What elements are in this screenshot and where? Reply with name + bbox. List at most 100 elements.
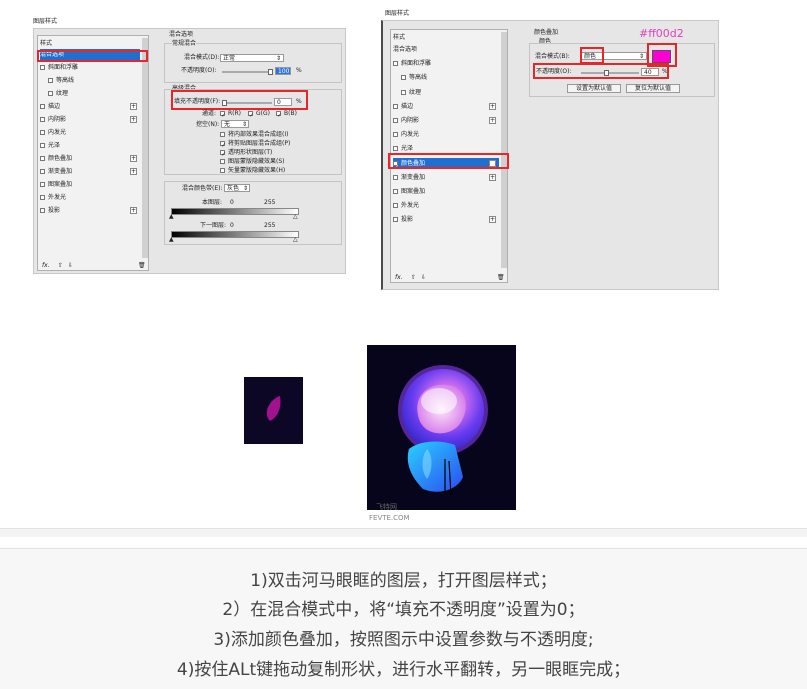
left-style-checkbox[interactable] — [40, 143, 45, 148]
below-layer-black-knob[interactable]: ▲ — [169, 236, 174, 244]
step-3: 3)添加颜色叠加，按照图示中设置参数与不透明度; — [213, 630, 594, 650]
left-list-scrollbar[interactable] — [142, 38, 148, 258]
channel-r[interactable]: ✓ R(R) — [220, 110, 241, 119]
left-add-effect-icon[interactable]: + — [130, 155, 137, 162]
channel-g[interactable]: ✓ G(G) — [248, 110, 270, 119]
right-fx-menu-icon[interactable]: fx. — [395, 274, 403, 282]
left-style-checkbox[interactable] — [40, 104, 45, 109]
advanced-option-checkbox[interactable]: ✓ — [220, 141, 226, 149]
left-style-checkbox[interactable] — [40, 156, 45, 161]
left-add-effect-icon[interactable]: + — [130, 207, 137, 214]
left-style-item[interactable]: 等高线 — [40, 75, 148, 86]
below-layer-gradient[interactable] — [171, 231, 299, 238]
left-style-checkbox[interactable] — [40, 117, 45, 122]
this-layer-black-knob[interactable]: ▲ — [169, 213, 174, 221]
opacity-input[interactable]: 100 — [275, 67, 291, 75]
right-style-item[interactable]: 等高线 — [393, 72, 507, 83]
left-style-checkbox[interactable] — [48, 91, 53, 96]
left-style-item[interactable]: 颜色叠加 + — [40, 153, 140, 164]
left-style-checkbox[interactable] — [40, 169, 45, 174]
right-style-item[interactable]: 斜面和浮雕 — [393, 58, 499, 69]
fx-menu-icon[interactable]: fx. — [42, 262, 50, 270]
left-style-item[interactable]: 光泽 — [40, 140, 140, 151]
left-add-effect-icon[interactable]: + — [130, 103, 137, 110]
set-default-button[interactable]: 设置为默认值 — [567, 84, 621, 93]
right-move-up-icon[interactable]: ⇧ — [411, 274, 416, 282]
right-style-item[interactable]: 内发光 — [393, 129, 499, 140]
right-style-item[interactable]: 纹理 — [393, 87, 507, 98]
right-style-checkbox[interactable] — [393, 203, 398, 209]
opacity-slider[interactable] — [222, 71, 272, 73]
knockout-select[interactable]: 无 ⇕ — [221, 120, 249, 128]
right-style-checkbox[interactable] — [401, 75, 406, 81]
left-layer-style-dialog: 样式 混合选项 斜面和浮雕 等高线 纹理 描边 + 内阴影 + 内发光 光泽 颜色叠加 + 渐变叠加 + 图… — [33, 28, 346, 274]
right-style-checkbox[interactable] — [393, 174, 398, 180]
advanced-option[interactable]: 矢量蒙版隐藏效果(H) — [220, 167, 285, 175]
advanced-option[interactable]: ✓ 透明形状图层(T) — [220, 149, 272, 158]
left-style-checkbox[interactable] — [40, 182, 45, 187]
left-style-checkbox[interactable] — [40, 208, 45, 213]
right-style-checkbox[interactable] — [393, 146, 398, 152]
eye-shape-icon — [266, 396, 281, 421]
right-style-item[interactable]: 外发光 — [393, 200, 499, 211]
advanced-option-checkbox[interactable] — [220, 132, 225, 137]
move-up-icon[interactable]: ⇧ — [58, 262, 63, 270]
left-style-item[interactable]: 图案叠加 — [40, 179, 140, 190]
right-list-scrollbar[interactable] — [501, 32, 507, 268]
left-style-checkbox[interactable] — [48, 78, 53, 83]
right-style-item[interactable]: 描边 + — [393, 101, 499, 112]
color-overlay-title: 颜色叠加 — [534, 29, 559, 36]
left-add-effect-icon[interactable]: + — [130, 168, 137, 175]
left-style-checkbox[interactable] — [40, 130, 45, 135]
right-style-checkbox[interactable] — [401, 89, 406, 95]
left-add-effect-icon[interactable]: + — [130, 116, 137, 123]
right-style-checkbox[interactable] — [393, 217, 398, 223]
right-style-item[interactable]: 渐变叠加 + — [393, 172, 499, 183]
left-style-label: 渐变叠加 — [48, 168, 73, 175]
right-move-down-icon[interactable]: ⇩ — [421, 274, 426, 282]
advanced-option-checkbox[interactable]: ✓ — [220, 150, 226, 158]
left-style-checkbox[interactable] — [40, 65, 45, 70]
left-style-item[interactable]: 内阴影 + — [40, 114, 140, 125]
below-layer-max: 255 — [264, 222, 276, 229]
right-style-item[interactable]: 投影 + — [393, 214, 499, 225]
advanced-option[interactable]: ✓ 将剪贴图层混合成组(P) — [220, 140, 290, 149]
advanced-option-checkbox[interactable] — [220, 168, 225, 173]
right-add-effect-icon[interactable]: + — [489, 216, 496, 224]
right-style-item[interactable]: 混合选项 — [393, 44, 499, 55]
this-layer-white-knob[interactable]: △ — [293, 213, 298, 221]
general-blend-section — [164, 43, 342, 83]
right-style-checkbox[interactable] — [393, 103, 398, 109]
right-add-effect-icon[interactable]: + — [489, 117, 496, 124]
right-add-effect-icon[interactable]: + — [489, 173, 496, 181]
left-style-item[interactable]: 渐变叠加 + — [40, 166, 140, 177]
move-down-icon[interactable]: ⇩ — [68, 262, 73, 270]
right-add-effect-icon[interactable]: + — [489, 102, 496, 110]
advanced-option[interactable]: 将内部效果混合成组(I) — [220, 131, 288, 139]
left-style-item[interactable]: 投影 + — [40, 205, 140, 216]
channel-b[interactable]: ✓ B(B) — [276, 110, 297, 119]
left-style-item[interactable]: 内发光 — [40, 127, 140, 138]
trash-icon[interactable]: 🗑 — [138, 262, 146, 270]
left-style-checkbox[interactable] — [40, 195, 45, 200]
blend-mode-select[interactable]: 正常 ⇕ — [220, 54, 284, 62]
advanced-option[interactable]: 图层蒙版隐藏效果(S) — [220, 158, 285, 166]
right-style-checkbox[interactable] — [393, 132, 398, 138]
right-style-checkbox[interactable] — [393, 189, 398, 194]
left-style-item[interactable]: 外发光 — [40, 192, 140, 203]
left-style-item[interactable]: 描边 + — [40, 101, 140, 112]
right-trash-icon[interactable]: 🗑 — [497, 274, 505, 282]
below-layer-label: 下一图层: — [200, 222, 227, 229]
right-style-item[interactable]: 图案叠加 — [393, 186, 499, 197]
right-style-item[interactable]: 内阴影 + — [393, 115, 499, 126]
left-style-item[interactable]: 纹理 — [40, 88, 148, 99]
right-style-checkbox[interactable] — [393, 118, 398, 123]
reset-default-button[interactable]: 复位为默认值 — [626, 84, 680, 93]
blend-if-select[interactable]: 灰色 ⇕ — [224, 184, 250, 192]
below-layer-white-knob[interactable]: △ — [293, 236, 298, 244]
left-style-item[interactable]: 斜面和浮雕 — [40, 62, 140, 73]
advanced-option-checkbox[interactable] — [220, 159, 225, 164]
opacity-slider-knob[interactable] — [268, 69, 273, 75]
this-layer-gradient[interactable] — [171, 208, 299, 215]
right-style-checkbox[interactable] — [393, 61, 398, 67]
